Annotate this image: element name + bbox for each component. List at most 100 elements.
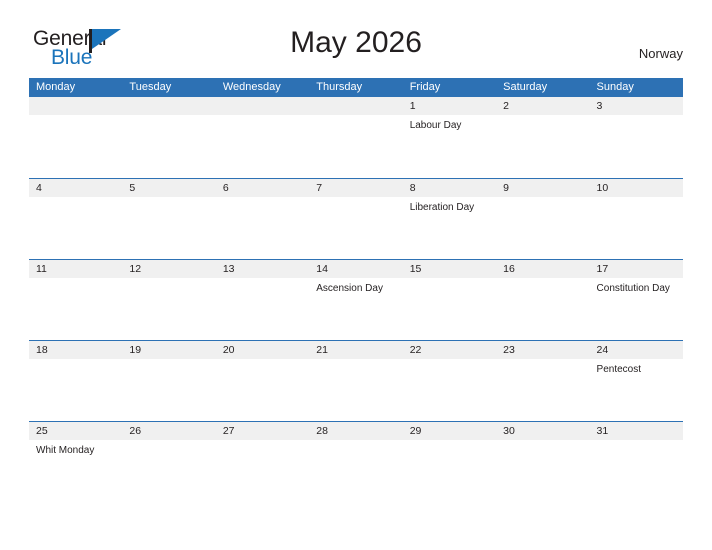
day-cell[interactable]: 24 Pentecost	[590, 341, 683, 421]
day-cell[interactable]: 25 Whit Monday	[29, 422, 122, 502]
day-number: 14	[316, 263, 328, 275]
day-cell[interactable]: 30	[496, 422, 589, 502]
weekday-sunday: Sunday	[596, 81, 634, 93]
holiday-label: Ascension Day	[316, 283, 383, 294]
day-cell[interactable]: 2	[496, 97, 589, 178]
day-events	[597, 115, 683, 119]
day-number: 20	[222, 344, 235, 356]
day-events: Pentecost	[597, 359, 683, 376]
day-number: 9	[503, 182, 509, 194]
day-number: 8	[409, 182, 416, 194]
day-number: 29	[409, 425, 422, 437]
day-events	[36, 115, 122, 119]
day-events	[223, 359, 309, 363]
holiday-label: Liberation Day	[409, 202, 475, 213]
day-events	[316, 197, 402, 201]
day-cell[interactable]: 14 Ascension Day	[309, 260, 402, 340]
day-number: 24	[596, 344, 609, 356]
day-cell[interactable]: 31	[590, 422, 683, 502]
day-cell[interactable]: 22	[403, 341, 496, 421]
day-cell[interactable]: 21	[309, 341, 402, 421]
day-number: 6	[222, 182, 229, 194]
day-number: 18	[36, 344, 48, 356]
day-number: 30	[503, 425, 515, 437]
calendar-week-row: 11 12 13 14 Ascension Day 15 16 17 Constitution …	[29, 259, 683, 340]
day-events: Constitution Day	[597, 278, 683, 295]
day-number: 10	[596, 182, 609, 194]
day-number: 25	[36, 425, 48, 437]
day-cell[interactable]: 26	[122, 422, 215, 502]
day-events	[223, 115, 309, 119]
day-events	[36, 197, 122, 201]
day-cell[interactable]: 12	[122, 260, 215, 340]
weekday-thursday: Thursday	[316, 81, 363, 93]
day-events	[410, 440, 496, 444]
day-cell[interactable]: 5	[122, 179, 215, 259]
day-cell[interactable]: 20	[216, 341, 309, 421]
day-cell[interactable]: 9	[496, 179, 589, 259]
day-events	[597, 440, 683, 444]
day-cell[interactable]: 10	[590, 179, 683, 259]
day-events	[503, 197, 589, 201]
day-events	[129, 359, 215, 363]
day-number: 15	[409, 263, 422, 275]
day-number: 21	[316, 344, 328, 356]
day-events	[503, 115, 589, 119]
calendar-week-row: 4 5 6 7 8 Liberation Day 9 10	[29, 178, 683, 259]
day-number: 5	[129, 182, 136, 194]
day-cell-empty	[309, 97, 402, 178]
day-cell[interactable]: 8 Liberation Day	[403, 179, 496, 259]
week-cells: 1 Labour Day 2 3	[29, 97, 683, 178]
day-events	[129, 278, 215, 282]
day-number: 23	[503, 344, 515, 356]
day-events	[223, 197, 309, 201]
day-cell[interactable]: 4	[29, 179, 122, 259]
weekday-friday: Friday	[409, 81, 441, 93]
day-cell[interactable]: 27	[216, 422, 309, 502]
day-events	[36, 359, 122, 363]
day-events	[503, 278, 589, 282]
day-cell[interactable]: 13	[216, 260, 309, 340]
calendar-grid: Monday Tuesday Wednesday Thursday Friday…	[29, 78, 683, 502]
day-cell[interactable]: 3	[590, 97, 683, 178]
day-cell[interactable]: 23	[496, 341, 589, 421]
day-number: 19	[129, 344, 142, 356]
day-events	[503, 440, 589, 444]
weekday-saturday: Saturday	[503, 81, 548, 93]
calendar-week-row: 1 Labour Day 2 3	[29, 97, 683, 178]
day-cell[interactable]: 17 Constitution Day	[590, 260, 683, 340]
holiday-label: Constitution Day	[596, 283, 670, 294]
day-events	[223, 278, 309, 282]
day-events	[316, 115, 402, 119]
weekday-tuesday: Tuesday	[129, 81, 172, 93]
day-cell[interactable]: 18	[29, 341, 122, 421]
day-cell[interactable]: 16	[496, 260, 589, 340]
week-cells: 4 5 6 7 8 Liberation Day 9 10	[29, 179, 683, 259]
day-cell[interactable]: 15	[403, 260, 496, 340]
day-cell[interactable]: 7	[309, 179, 402, 259]
day-cell-empty	[29, 97, 122, 178]
calendar-week-row: 25 Whit Monday 26 27 28 29 30 31	[29, 421, 683, 502]
day-number: 4	[36, 182, 42, 194]
page-title: May 2026	[290, 26, 422, 59]
day-cell[interactable]: 19	[122, 341, 215, 421]
day-events: Labour Day	[410, 115, 496, 132]
day-events	[129, 440, 215, 444]
page-header: General Blue May 2026 Norway	[0, 0, 712, 72]
day-number: 2	[503, 100, 509, 112]
day-cell[interactable]: 28	[309, 422, 402, 502]
day-cell[interactable]: 6	[216, 179, 309, 259]
weekday-wednesday: Wednesday	[222, 81, 281, 93]
calendar-weeks: 1 Labour Day 2 3 4 5 6 7 8 Liberation Day 9 10 11 12 1…	[29, 97, 683, 502]
day-cell-empty	[216, 97, 309, 178]
day-cell[interactable]: 29	[403, 422, 496, 502]
day-number: 26	[129, 425, 142, 437]
day-cell[interactable]: 1 Labour Day	[403, 97, 496, 178]
day-number: 1	[409, 100, 416, 112]
day-number: 27	[222, 425, 235, 437]
weekday-monday: Monday	[36, 81, 76, 93]
holiday-label: Pentecost	[596, 364, 642, 375]
day-number: 12	[129, 263, 142, 275]
calendar-week-row: 18 19 20 21 22 23 24 Pentecost	[29, 340, 683, 421]
day-cell[interactable]: 11	[29, 260, 122, 340]
